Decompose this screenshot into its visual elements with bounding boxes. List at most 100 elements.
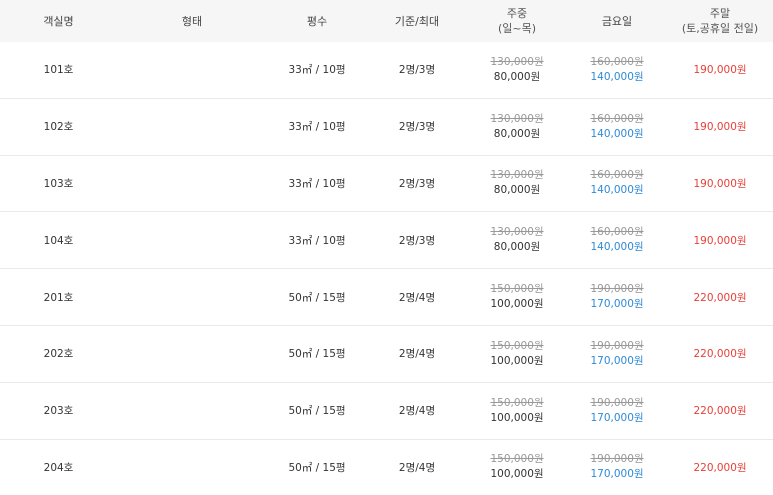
- friday-price-cell: 160,000원 140,000원: [567, 42, 667, 99]
- weekday-original-price: 130,000원: [490, 169, 544, 182]
- room-name: 203호: [43, 405, 74, 418]
- room-rate-table: 객실명 형태 평수 기준/최대 주중 (일~목) 금요일 주말 (토,공휴일 전…: [0, 0, 773, 495]
- weekend-price-cell: 190,000원: [667, 211, 773, 270]
- header-weekend-label: 주말: [709, 7, 731, 20]
- friday-sale-price: 170,000원: [590, 411, 644, 424]
- friday-price-cell: 190,000원 170,000원: [567, 382, 667, 440]
- room-size-cell: 33㎡ / 10평: [267, 211, 367, 270]
- header-weekday-sub: (일~목): [497, 22, 537, 35]
- room-size-cell: 50㎡ / 15평: [267, 439, 367, 495]
- header-room-name: 객실명: [0, 0, 117, 42]
- weekday-sale-price: 100,000원: [490, 354, 544, 367]
- weekday-price-cell: 130,000원 80,000원: [467, 155, 567, 213]
- weekday-sale-price: 100,000원: [490, 468, 544, 481]
- header-weekend-sub: (토,공휴일 전일): [681, 22, 759, 35]
- capacity-cell: 2명/4명: [367, 439, 467, 495]
- weekend-price: 190,000원: [693, 121, 747, 134]
- friday-sale-price: 140,000원: [590, 70, 644, 83]
- header-capacity: 기준/최대: [367, 0, 467, 42]
- room-size: 33㎡ / 10평: [288, 234, 346, 247]
- weekday-sale-price: 80,000원: [493, 127, 541, 140]
- friday-original-price: 190,000원: [590, 283, 644, 296]
- weekday-sale-price: 80,000원: [493, 241, 541, 254]
- room-size: 33㎡ / 10평: [288, 121, 346, 134]
- capacity-cell: 2명/3명: [367, 155, 467, 213]
- weekday-price-cell: 130,000원 80,000원: [467, 211, 567, 270]
- weekday-original-price: 150,000원: [490, 283, 544, 296]
- friday-sale-price: 170,000원: [590, 354, 644, 367]
- friday-sale-price: 140,000원: [590, 184, 644, 197]
- header-row: 객실명 형태 평수 기준/최대 주중 (일~목) 금요일 주말 (토,공휴일 전…: [0, 0, 773, 42]
- weekend-price: 220,000원: [693, 461, 747, 474]
- room-size: 33㎡ / 10평: [288, 64, 346, 77]
- table-row: 102호 33㎡ / 10평 2명/3명 130,000원 80,000원 16…: [0, 98, 773, 156]
- weekday-original-price: 150,000원: [490, 339, 544, 352]
- weekday-original-price: 150,000원: [490, 453, 544, 466]
- room-size: 50㎡ / 15평: [288, 348, 346, 361]
- weekend-price: 220,000원: [693, 291, 747, 304]
- weekend-price: 220,000원: [693, 405, 747, 418]
- weekday-price-cell: 150,000원 100,000원: [467, 325, 567, 383]
- room-size-cell: 50㎡ / 15평: [267, 268, 367, 326]
- friday-original-price: 160,000원: [590, 226, 644, 239]
- room-size: 50㎡ / 15평: [288, 461, 346, 474]
- weekend-price: 220,000원: [693, 348, 747, 361]
- friday-original-price: 160,000원: [590, 112, 644, 125]
- weekday-sale-price: 80,000원: [493, 184, 541, 197]
- weekend-price-cell: 190,000원: [667, 42, 773, 99]
- room-name: 201호: [43, 291, 74, 304]
- room-type-cell: [117, 155, 267, 213]
- table-row: 203호 50㎡ / 15평 2명/4명 150,000원 100,000원 1…: [0, 382, 773, 440]
- capacity: 2명/4명: [398, 348, 436, 361]
- friday-sale-price: 170,000원: [590, 468, 644, 481]
- capacity-cell: 2명/4명: [367, 268, 467, 326]
- weekday-price-cell: 150,000원 100,000원: [467, 382, 567, 440]
- header-weekday: 주중 (일~목): [467, 0, 567, 42]
- room-size: 33㎡ / 10평: [288, 177, 346, 190]
- room-name-cell: 101호: [0, 42, 117, 99]
- room-type-cell: [117, 325, 267, 383]
- room-size-cell: 33㎡ / 10평: [267, 42, 367, 99]
- capacity-cell: 2명/3명: [367, 211, 467, 270]
- header-size: 평수: [267, 0, 367, 42]
- weekend-price: 190,000원: [693, 234, 747, 247]
- table-row: 101호 33㎡ / 10평 2명/3명 130,000원 80,000원 16…: [0, 42, 773, 99]
- capacity: 2명/4명: [398, 461, 436, 474]
- weekday-price-cell: 130,000원 80,000원: [467, 98, 567, 156]
- table-header: 객실명 형태 평수 기준/최대 주중 (일~목) 금요일 주말 (토,공휴일 전…: [0, 0, 773, 42]
- weekend-price: 190,000원: [693, 177, 747, 190]
- room-name-cell: 201호: [0, 268, 117, 326]
- friday-original-price: 190,000원: [590, 453, 644, 466]
- weekday-price-cell: 150,000원 100,000원: [467, 268, 567, 326]
- table-row: 204호 50㎡ / 15평 2명/4명 150,000원 100,000원 1…: [0, 439, 773, 495]
- room-size: 50㎡ / 15평: [288, 405, 346, 418]
- capacity-cell: 2명/3명: [367, 42, 467, 99]
- weekday-price-cell: 150,000원 100,000원: [467, 439, 567, 495]
- table-row: 201호 50㎡ / 15평 2명/4명 150,000원 100,000원 1…: [0, 268, 773, 326]
- capacity-cell: 2명/4명: [367, 382, 467, 440]
- room-size-cell: 33㎡ / 10평: [267, 98, 367, 156]
- weekday-original-price: 150,000원: [490, 396, 544, 409]
- room-name-cell: 104호: [0, 211, 117, 270]
- room-name-cell: 103호: [0, 155, 117, 213]
- room-type-cell: [117, 382, 267, 440]
- room-name: 103호: [43, 177, 74, 190]
- header-type: 형태: [117, 0, 267, 42]
- room-size-cell: 50㎡ / 15평: [267, 382, 367, 440]
- room-type-cell: [117, 42, 267, 99]
- weekend-price-cell: 220,000원: [667, 325, 773, 383]
- room-name: 202호: [43, 348, 74, 361]
- weekday-sale-price: 100,000원: [490, 411, 544, 424]
- capacity: 2명/4명: [398, 405, 436, 418]
- room-name-cell: 204호: [0, 439, 117, 495]
- friday-original-price: 190,000원: [590, 396, 644, 409]
- capacity: 2명/3명: [398, 64, 436, 77]
- weekday-sale-price: 100,000원: [490, 298, 544, 311]
- weekday-original-price: 130,000원: [490, 112, 544, 125]
- capacity-cell: 2명/4명: [367, 325, 467, 383]
- capacity: 2명/3명: [398, 121, 436, 134]
- room-name: 204호: [43, 461, 74, 474]
- weekend-price-cell: 190,000원: [667, 155, 773, 213]
- friday-sale-price: 170,000원: [590, 298, 644, 311]
- friday-sale-price: 140,000원: [590, 127, 644, 140]
